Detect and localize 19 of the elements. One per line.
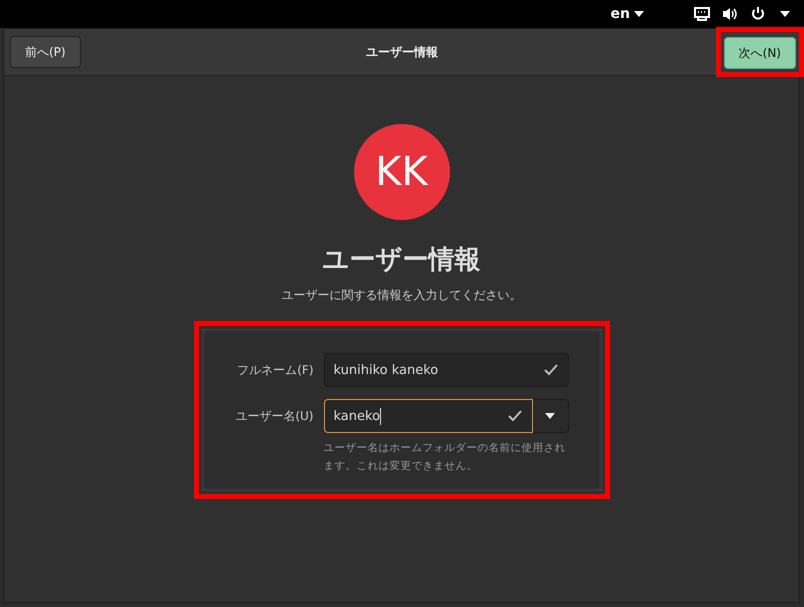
input-field[interactable]: kaneko	[324, 399, 532, 433]
language-menu[interactable]: en	[610, 6, 644, 22]
caret-icon	[545, 413, 555, 419]
window-title: ユーザー情報	[366, 44, 438, 60]
field-label: ユーザー名(U)	[234, 408, 314, 424]
dropdown-button[interactable]	[532, 399, 568, 433]
volume-icon[interactable]	[722, 7, 738, 21]
next-button[interactable]: 次へ(N)	[724, 37, 796, 69]
field-label: フルネーム(F)	[236, 362, 314, 378]
caret-icon[interactable]	[780, 11, 790, 17]
power-icon[interactable]	[750, 7, 766, 21]
caret-icon	[634, 11, 644, 17]
avatar: KK	[354, 124, 450, 220]
page-heading: ユーザー情報	[322, 244, 480, 277]
input-field[interactable]: kunihiko kaneko	[324, 353, 568, 387]
back-button[interactable]: 前へ(P)	[10, 36, 81, 68]
network-icon[interactable]	[694, 7, 710, 21]
subtitle: ユーザーに関する情報を入力してください。	[282, 287, 522, 304]
hint-text: ユーザー名はホームフォルダーの名前に使用されます。これは変更できません。	[324, 441, 566, 474]
